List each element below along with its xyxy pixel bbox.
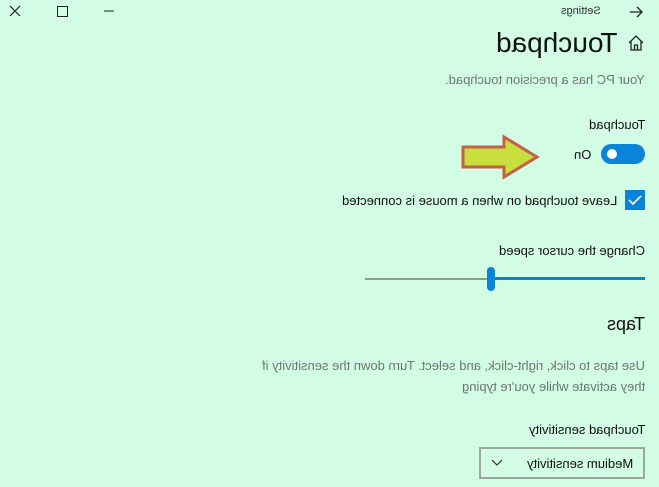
cursor-speed-slider[interactable] — [365, 266, 645, 292]
home-button[interactable] — [627, 34, 645, 52]
close-button[interactable] — [0, 0, 30, 22]
minimize-icon — [104, 10, 114, 12]
slider-track-empty — [365, 278, 487, 280]
back-button[interactable] — [621, 1, 651, 23]
touchpad-sensitivity-label: Touchpad sensitivity — [528, 422, 645, 437]
back-arrow-icon — [630, 6, 643, 18]
dropdown-selected-value: Medium sensitivity — [526, 455, 633, 471]
mouse-connected-checkbox[interactable] — [625, 190, 645, 210]
touchpad-label: Touchpad — [588, 117, 645, 132]
mouse-connected-option: Leave touchpad on when a mouse is connec… — [342, 190, 645, 210]
page-header: Touchpad — [496, 27, 645, 59]
cursor-speed-label: Change the cursor speed — [499, 243, 645, 258]
touchpad-toggle-row: On — [574, 144, 645, 164]
touchpad-sensitivity-dropdown[interactable]: Medium sensitivity — [479, 447, 645, 479]
title-bar: Settings — [0, 0, 659, 24]
minimize-button[interactable] — [94, 0, 124, 22]
toggle-state-text: On — [573, 146, 591, 162]
taps-description-line-2: they activate while you're typing — [461, 379, 645, 394]
taps-heading: Taps — [606, 314, 645, 334]
touchpad-toggle[interactable] — [601, 144, 645, 164]
mouse-connected-label: Leave touchpad on when a mouse is connec… — [341, 192, 617, 208]
home-icon — [628, 35, 644, 51]
taps-description-line-1: Use taps to click, right-click, and sele… — [262, 358, 645, 373]
page-title: Touchpad — [495, 27, 617, 58]
toggle-knob — [607, 149, 617, 159]
checkmark-icon — [628, 195, 642, 206]
page-subtitle: Your PC has a precision touchpad. — [445, 72, 645, 87]
app-title: Settings — [561, 5, 601, 17]
maximize-button[interactable] — [47, 0, 77, 22]
close-icon — [9, 5, 21, 17]
chevron-down-icon — [491, 459, 503, 466]
slider-thumb[interactable] — [487, 267, 495, 291]
slider-track-filled — [495, 277, 645, 280]
maximize-icon — [56, 5, 68, 17]
annotation-arrow-icon — [461, 134, 540, 180]
